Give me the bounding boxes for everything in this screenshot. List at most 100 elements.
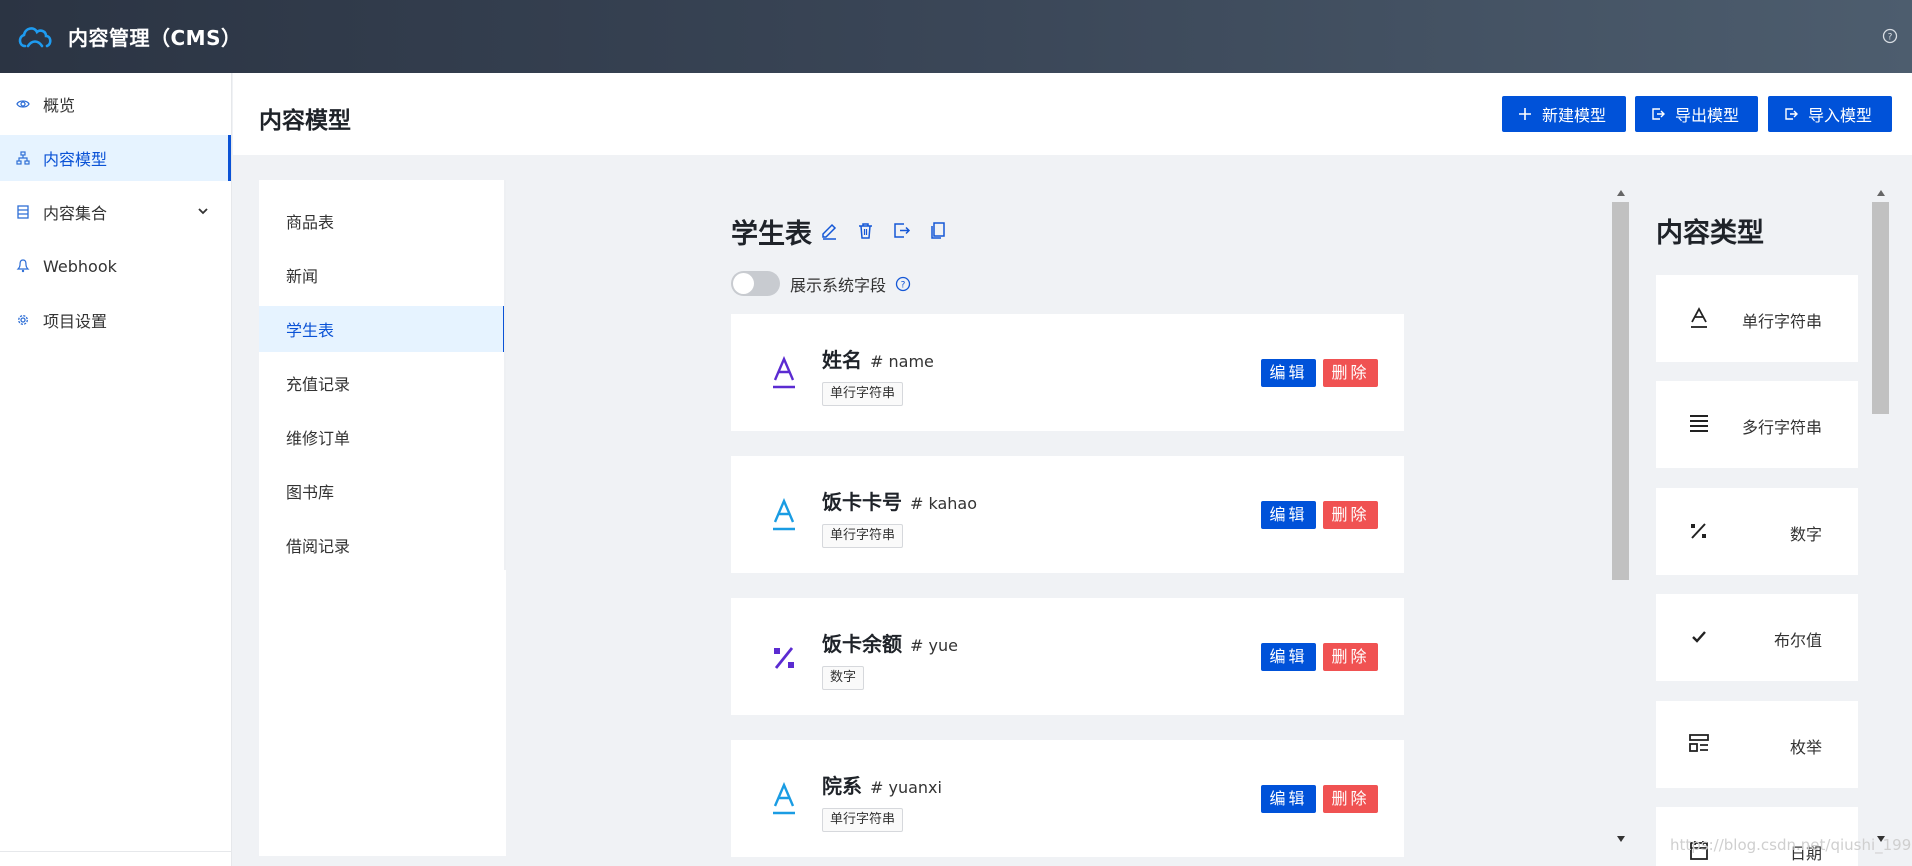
types-title: 内容类型 <box>1656 218 1764 249</box>
field-card: 饭卡卡号 # kahao 单行字符串 编辑 删除 <box>731 456 1404 573</box>
svg-text:?: ? <box>1888 33 1893 43</box>
field-name: 姓名 # name <box>822 344 934 373</box>
edit-field-button[interactable]: 编辑 <box>1261 501 1316 529</box>
table-icon <box>16 205 30 219</box>
content-scrollbar[interactable] <box>1612 186 1629 846</box>
page-header: 内容模型 新建模型 导出模型 导入模型 <box>233 73 1912 155</box>
field-name: 饭卡余额 # yue <box>822 628 958 657</box>
app-title: 内容管理（CMS） <box>68 26 242 50</box>
import-model-label: 导入模型 <box>1808 106 1873 125</box>
delete-field-button[interactable]: 删除 <box>1323 501 1378 529</box>
import-icon <box>1785 108 1798 120</box>
model-item[interactable]: 维修订单 <box>259 414 506 460</box>
sidebar-item-project-settings[interactable]: 项目设置 <box>0 297 231 343</box>
type-card-enum[interactable]: 枚举 <box>1656 701 1858 788</box>
model-item[interactable]: 商品表 <box>259 198 506 244</box>
type-label: 布尔值 <box>1773 631 1822 650</box>
text-a-icon <box>1691 307 1707 328</box>
sitemap-icon <box>16 151 30 165</box>
type-card-single-line[interactable]: 单行字符串 <box>1656 275 1858 362</box>
new-model-button[interactable]: 新建模型 <box>1502 96 1626 132</box>
trash-icon[interactable] <box>856 221 875 240</box>
toggle-label: 展示系统字段 <box>790 275 887 295</box>
edit-field-button[interactable]: 编辑 <box>1261 643 1316 671</box>
sidebar-item-content-collection[interactable]: 内容集合 <box>0 189 231 235</box>
type-card-boolean[interactable]: 布尔值 <box>1656 594 1858 681</box>
type-card-multi-line[interactable]: 多行字符串 <box>1656 381 1858 468</box>
plus-icon <box>1519 108 1531 120</box>
schema-actions <box>820 221 947 240</box>
system-fields-toggle-row: 展示系统字段 ? <box>731 271 911 296</box>
field-card: 院系 # yuanxi 单行字符串 编辑 删除 <box>731 740 1404 857</box>
field-name-text: 院系 <box>822 774 862 798</box>
percent-icon <box>774 647 794 669</box>
export-icon <box>1652 108 1665 120</box>
system-fields-toggle[interactable] <box>731 271 780 296</box>
webhook-icon <box>16 259 30 273</box>
scroll-up-icon[interactable] <box>1872 186 1889 200</box>
field-name-text: 饭卡余额 <box>822 632 902 656</box>
import-model-button[interactable]: 导入模型 <box>1768 96 1892 132</box>
text-a-icon <box>773 356 795 389</box>
text-a-icon <box>773 782 795 815</box>
chevron-down-icon[interactable] <box>197 205 209 217</box>
edit-icon[interactable] <box>820 221 839 240</box>
field-key: # name <box>870 352 934 371</box>
type-label: 单行字符串 <box>1741 312 1822 331</box>
model-list: 商品表 新闻 学生表 充值记录 维修订单 图书库 借阅记录 <box>259 180 506 856</box>
lines-icon <box>1690 415 1708 432</box>
scroll-thumb[interactable] <box>1872 202 1889 414</box>
scroll-thumb[interactable] <box>1612 202 1629 580</box>
field-card: 姓名 # name 单行字符串 编辑 删除 <box>731 314 1404 431</box>
scroll-up-icon[interactable] <box>1612 186 1629 200</box>
watermark: https://blog.csdn.net/qiushi_1990 <box>1670 836 1912 854</box>
types-scrollbar[interactable] <box>1872 186 1889 846</box>
model-item[interactable]: 新闻 <box>259 252 506 298</box>
field-key: # kahao <box>910 494 978 513</box>
edit-field-button[interactable]: 编辑 <box>1261 359 1316 387</box>
model-list-rail <box>504 180 506 570</box>
field-type-tag: 数字 <box>822 666 865 690</box>
scroll-down-icon[interactable] <box>1612 832 1629 846</box>
svg-text:?: ? <box>901 280 906 290</box>
sidebar-item-label: 内容集合 <box>43 204 108 223</box>
export-model-button[interactable]: 导出模型 <box>1635 96 1758 132</box>
type-label: 多行字符串 <box>1741 418 1822 437</box>
edit-field-button[interactable]: 编辑 <box>1261 785 1316 813</box>
sidebar-item-content-model[interactable]: 内容模型 <box>0 135 231 181</box>
model-item-active[interactable]: 学生表 <box>259 306 506 352</box>
field-key: # yuanxi <box>870 778 942 797</box>
copy-icon[interactable] <box>928 221 947 240</box>
sidebar-item-webhook[interactable]: Webhook <box>0 243 231 289</box>
enum-icon <box>1689 734 1709 752</box>
gear-icon <box>16 313 30 327</box>
schema-title: 学生表 <box>731 219 812 250</box>
help-icon[interactable]: ? <box>895 276 911 292</box>
sidebar-item-label: Webhook <box>43 256 117 276</box>
sidebar-item-overview[interactable]: 概览 <box>0 81 231 127</box>
sidebar-item-label: 项目设置 <box>43 312 108 331</box>
type-card-number[interactable]: 数字 <box>1656 488 1858 575</box>
page-title: 内容模型 <box>259 108 351 134</box>
check-icon <box>1692 631 1706 643</box>
field-name-text: 饭卡卡号 <box>822 490 902 514</box>
field-type-tag: 单行字符串 <box>822 808 904 832</box>
export-icon[interactable] <box>892 221 911 240</box>
delete-field-button[interactable]: 删除 <box>1323 359 1378 387</box>
model-item[interactable]: 充值记录 <box>259 360 506 406</box>
model-item[interactable]: 图书库 <box>259 468 506 514</box>
field-name: 院系 # yuanxi <box>822 770 942 799</box>
model-item[interactable]: 借阅记录 <box>259 522 506 568</box>
delete-field-button[interactable]: 删除 <box>1323 643 1378 671</box>
percent-icon <box>1691 523 1706 539</box>
help-icon[interactable]: ? <box>1882 28 1898 44</box>
toggle-knob <box>733 273 754 294</box>
field-key: # yue <box>910 636 958 655</box>
field-type-tag: 单行字符串 <box>822 524 904 548</box>
delete-field-button[interactable]: 删除 <box>1323 785 1378 813</box>
cloud-logo-icon <box>18 26 52 47</box>
sidebar-item-label: 内容模型 <box>43 150 108 169</box>
type-label: 枚举 <box>1789 738 1822 757</box>
eye-icon <box>16 97 30 111</box>
sidebar: 概览 内容模型 内容集合 Webhook 项目设置 <box>0 73 232 866</box>
